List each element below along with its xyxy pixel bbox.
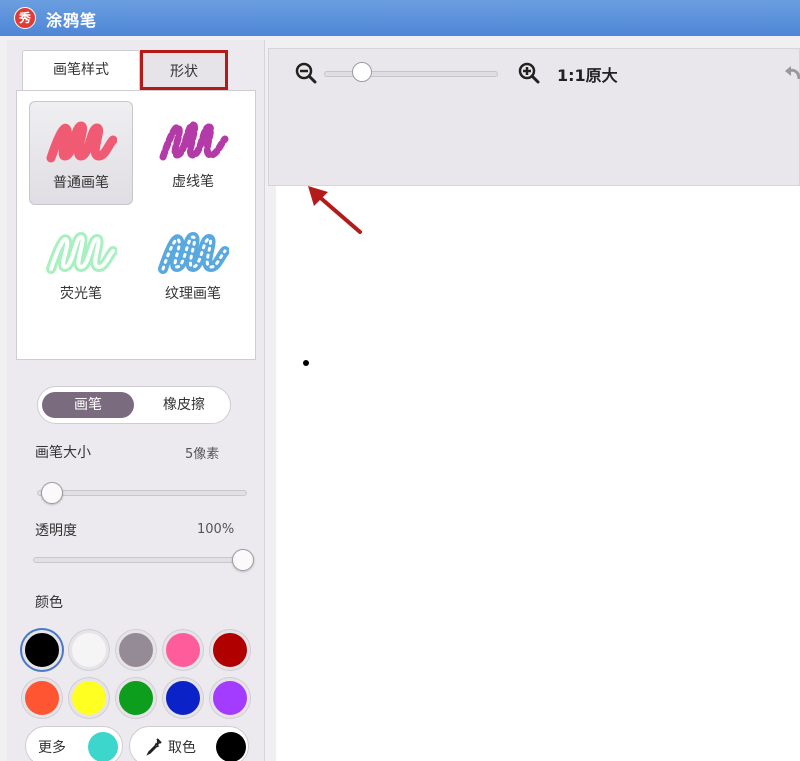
brush-option-dashed[interactable]: 虚线笔 [141,101,245,205]
color-swatch[interactable] [116,678,156,718]
brush-mode-button[interactable]: 画笔 [42,392,134,418]
brush-option-normal[interactable]: 普通画笔 [29,101,133,205]
brush-style-panel: 普通画笔 虚线笔 荧光笔 纹理画笔 [16,90,256,360]
undo-icon[interactable] [785,63,800,81]
tab-brush-style[interactable]: 画笔样式 [22,50,140,90]
pick-color-label: 取色 [168,740,196,756]
brush-label-dashed: 虚线笔 [172,174,214,190]
color-swatch[interactable] [210,678,250,718]
color-swatch[interactable] [69,630,109,670]
toolbar: 1:1原大 [268,48,800,186]
brush-label-normal: 普通画笔 [53,175,109,191]
eyedropper-icon [146,738,162,756]
color-swatch[interactable] [163,630,203,670]
opacity-value: 100% [197,522,235,537]
annotation-arrow-icon [308,186,362,234]
brush-size-value: 5像素 [185,447,220,462]
opacity-slider-thumb[interactable] [232,549,254,571]
texture-brush-icon [158,232,229,274]
picked-color-preview [216,732,246,761]
brush-dot [303,360,309,366]
window-title: 涂鸦笔 [46,11,98,30]
brush-size-slider-thumb[interactable] [40,482,63,504]
zoom-slider[interactable] [324,71,498,77]
actual-size-button[interactable]: 1:1原大 [557,62,618,86]
brush-size-slider[interactable] [37,490,247,496]
zoom-slider-thumb[interactable] [352,62,372,82]
title-bar: 秀 涂鸦笔 [0,0,800,36]
brush-size-label: 画笔大小 [35,445,91,461]
brush-label-highlighter: 荧光笔 [60,286,102,302]
brush-eraser-toggle: 画笔 橡皮擦 [37,386,231,424]
opacity-slider[interactable] [33,557,243,563]
color-swatch[interactable] [163,678,203,718]
eraser-mode-button[interactable]: 橡皮擦 [142,392,226,418]
brush-option-highlighter[interactable]: 荧光笔 [29,213,133,317]
color-swatch[interactable] [22,630,62,670]
color-swatch[interactable] [210,630,250,670]
normal-brush-icon [46,121,117,163]
left-panel: 画笔样式 形状 普通画笔 虚线笔 荧光笔 纹理画笔 画笔 橡皮擦 画笔大小 5像… [7,40,265,761]
drawing-canvas[interactable] [276,186,800,761]
dashed-brush-icon [159,121,229,161]
brush-label-texture: 纹理画笔 [165,286,221,302]
opacity-label: 透明度 [35,523,77,539]
color-section-label: 颜色 [35,595,63,611]
zoom-out-icon[interactable] [295,62,317,84]
zoom-in-icon[interactable] [518,62,540,84]
brush-option-texture[interactable]: 纹理画笔 [141,213,245,317]
pick-color-button[interactable]: 取色 [129,726,249,761]
app-logo-icon: 秀 [14,7,36,29]
more-colors-button[interactable]: 更多 [25,726,123,761]
color-swatch[interactable] [22,678,62,718]
color-swatch[interactable] [69,678,109,718]
more-colors-preview [88,732,118,761]
highlighter-brush-icon [46,232,117,274]
tab-shape[interactable]: 形状 [140,50,228,90]
color-swatch[interactable] [116,630,156,670]
more-colors-label: 更多 [38,740,66,756]
